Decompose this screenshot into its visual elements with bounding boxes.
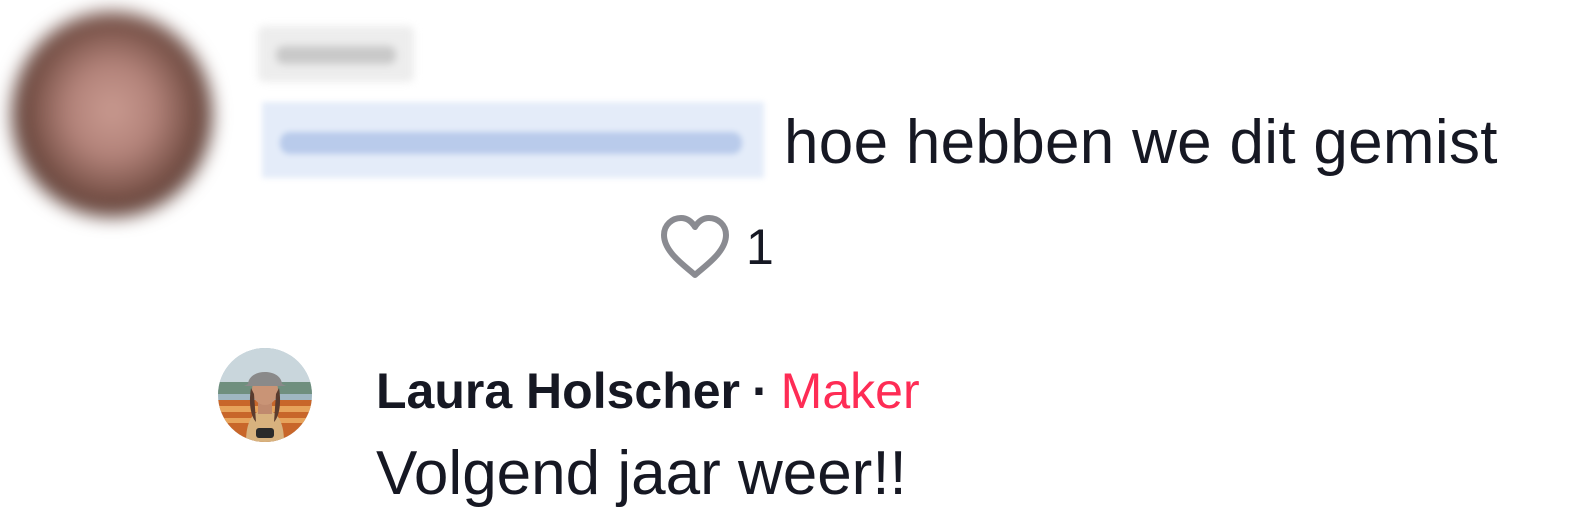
reply: Laura Holscher · Maker Volgend jaar weer!! [0, 330, 1592, 530]
comment-text: hoe hebben we dit gemist [784, 108, 1498, 177]
like-count: 1 [746, 219, 774, 275]
separator-dot: · [752, 363, 769, 419]
like-button[interactable]: 1 [658, 212, 774, 282]
reply-text: Volgend jaar weer!! [376, 439, 907, 508]
reply-author-name[interactable]: Laura Holscher [376, 363, 740, 419]
reply-author-avatar[interactable] [218, 348, 312, 442]
commenter-username-redacted[interactable] [258, 26, 414, 82]
heart-icon[interactable] [658, 213, 732, 281]
creator-badge: Maker [780, 363, 920, 419]
avatar-photo [218, 348, 312, 442]
reply-header: Laura Holscher · Maker [376, 362, 920, 420]
commenter-avatar[interactable] [12, 12, 212, 217]
comment: hoe hebben we dit gemist 1 [0, 0, 1592, 300]
mention-redacted[interactable] [262, 102, 764, 178]
